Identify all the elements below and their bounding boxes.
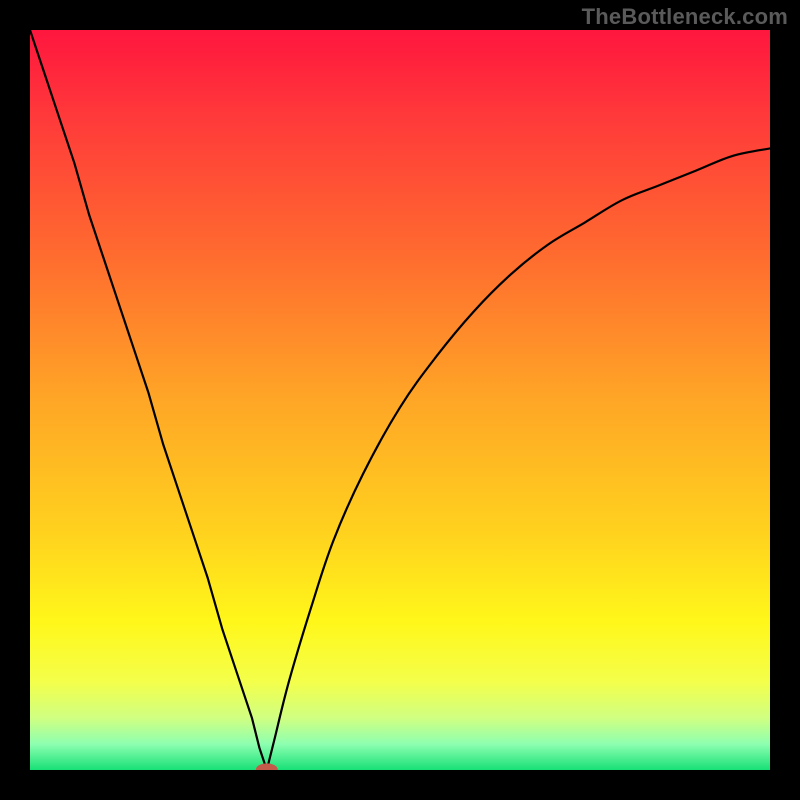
chart-svg (30, 30, 770, 770)
plot-background (30, 30, 770, 770)
watermark-label: TheBottleneck.com (582, 4, 788, 30)
chart-frame: TheBottleneck.com (0, 0, 800, 800)
